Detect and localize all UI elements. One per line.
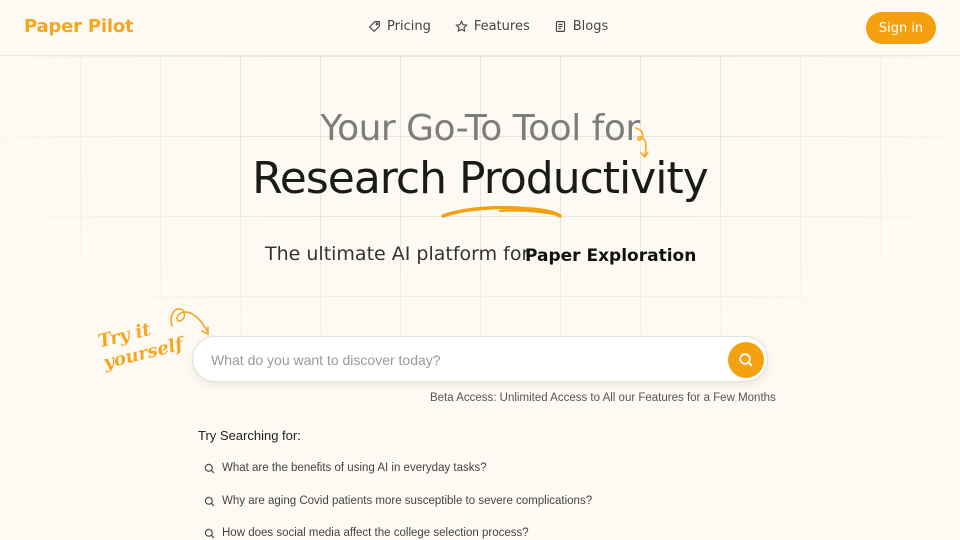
search-icon (204, 528, 215, 538)
nav-blogs-label: Blogs (572, 19, 609, 34)
suggestions-title: Try Searching for: (198, 428, 301, 443)
loop-arrow-icon (170, 308, 209, 336)
search-box (192, 336, 768, 382)
nav-features[interactable]: Features (455, 19, 530, 34)
suggestion-text: How does social media affect the college… (222, 527, 529, 539)
sign-in-button[interactable]: Sign in (866, 12, 936, 44)
nav-blogs[interactable]: Blogs (554, 19, 609, 34)
search-input[interactable] (211, 349, 711, 371)
beta-note: Beta Access: Unlimited Access to All our… (430, 392, 776, 404)
hero-title-line2: Research Productivity (252, 153, 709, 204)
suggestion-item[interactable]: What are the benefits of using AI in eve… (204, 462, 487, 474)
document-icon (555, 21, 565, 32)
hero-subtitle: The ultimate AI platform for (265, 243, 530, 265)
search-icon (204, 496, 215, 506)
nav-features-label: Features (473, 19, 530, 34)
search-button[interactable] (728, 342, 764, 378)
search-icon (204, 463, 215, 473)
suggestion-text: What are the benefits of using AI in eve… (222, 462, 487, 474)
search-icon (739, 353, 753, 367)
suggestion-item[interactable]: Why are aging Covid patients more suscep… (204, 495, 592, 507)
suggestion-text: Why are aging Covid patients more suscep… (222, 495, 593, 507)
nav-pricing[interactable]: Pricing (368, 19, 431, 34)
tag-icon (368, 21, 380, 33)
top-navbar: Paper Pilot Pricing Features Blogs Sign … (0, 0, 960, 56)
underline-squiggle (441, 205, 562, 218)
star-icon (455, 20, 468, 33)
hero-title-line1: Your Go-To Tool for (320, 108, 640, 149)
logo[interactable]: Paper Pilot (24, 16, 134, 37)
suggestion-item[interactable]: How does social media affect the college… (204, 527, 529, 539)
main-nav: Pricing Features Blogs (368, 19, 608, 34)
hero-subtitle-highlight: Paper Exploration (525, 246, 697, 266)
nav-pricing-label: Pricing (387, 19, 431, 34)
